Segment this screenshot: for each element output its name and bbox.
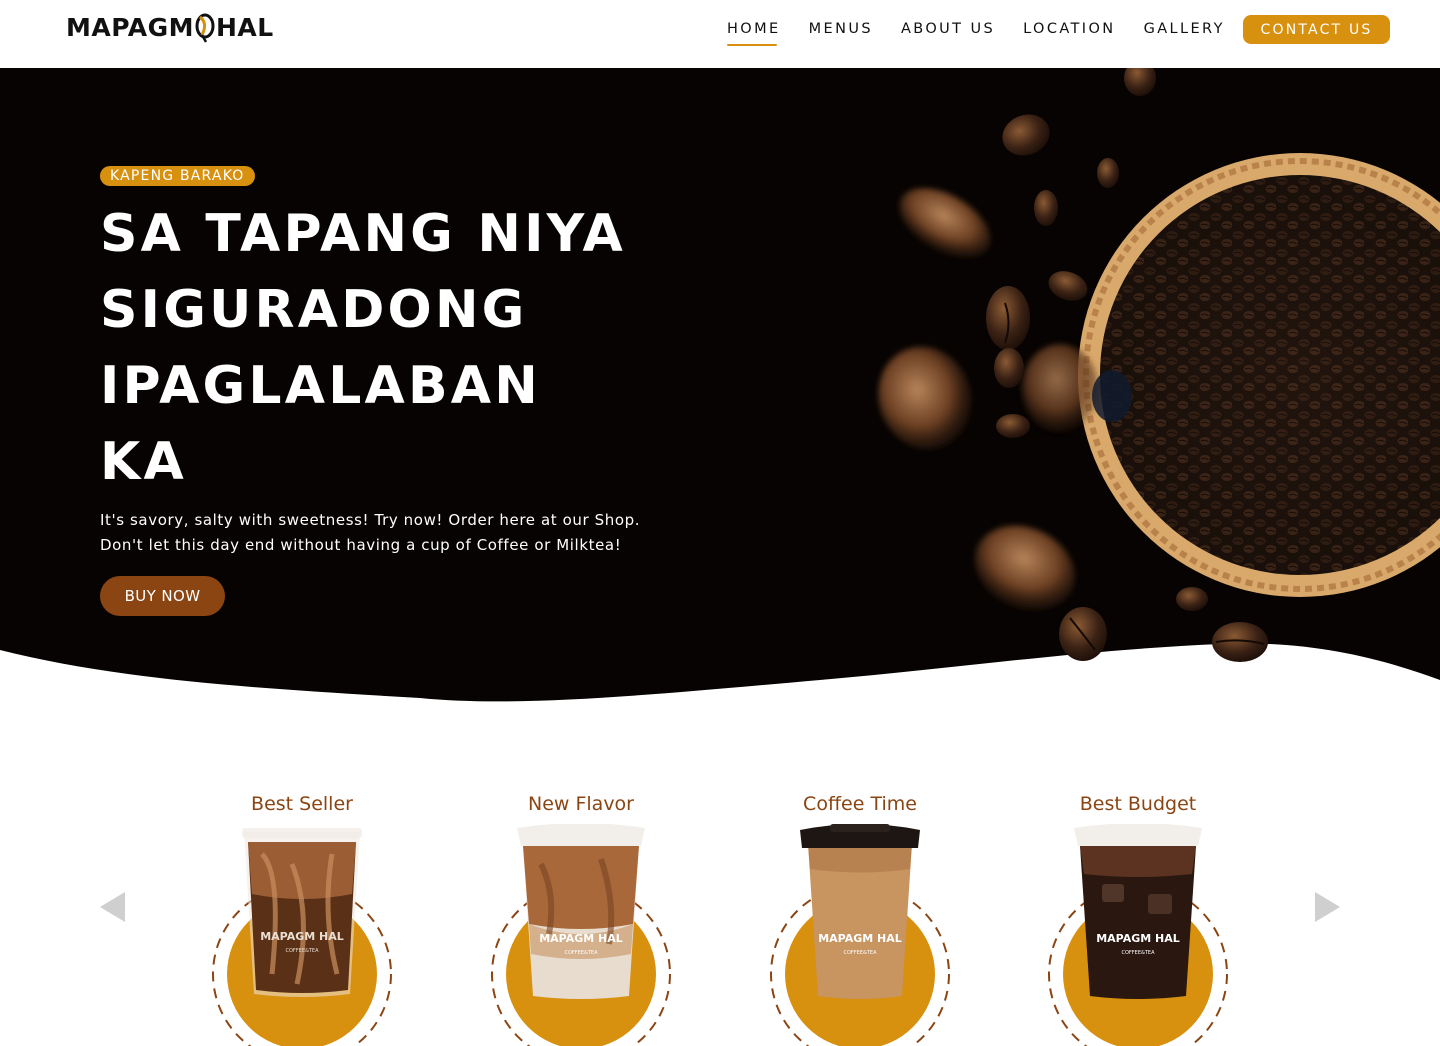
product-card-new-flavor[interactable]: New Flavor MAPAGM HAL COFFEE&TEA	[481, 790, 681, 1046]
hero-tag-badge: KAPENG BARAKO	[100, 166, 255, 186]
cup-logo-text: MAPAGM HAL	[1096, 932, 1180, 945]
iced-coffee-icon: MAPAGM HAL COFFEE&TEA	[212, 828, 392, 1046]
cup-logo-text: MAPAGM HAL	[260, 930, 344, 943]
iced-americano-icon: MAPAGM HAL COFFEE&TEA	[1048, 824, 1228, 1046]
product-title: Coffee Time	[803, 793, 917, 815]
hero-description-line: It's savory, salty with sweetness! Try n…	[100, 511, 641, 529]
product-card-coffee-time[interactable]: Coffee Time MAPAGM HAL COFFEE&TEA	[760, 790, 960, 1046]
hero-section: KAPENG BARAKO SA TAPANG NIYA SIGURADONG …	[0, 68, 1440, 708]
cup-sub-text: COFFEE&TEA	[1121, 950, 1155, 956]
site-header: MAPAGM HAL HOME MENUS ABOUT US LOCATION …	[0, 0, 1440, 68]
main-nav: HOME MENUS ABOUT US LOCATION GALLERY	[727, 18, 1253, 46]
hero-title-line: SA TAPANG NIYA	[100, 204, 626, 264]
hot-coffee-cup-icon: MAPAGM HAL COFFEE&TEA	[770, 824, 950, 1046]
iced-latte-icon: MAPAGM HAL COFFEE&TEA	[491, 824, 671, 1046]
hero-description: It's savory, salty with sweetness! Try n…	[100, 508, 700, 558]
logo-text-right: HAL	[216, 13, 274, 42]
cup-sub-text: COFFEE&TEA	[843, 950, 877, 956]
buy-now-button[interactable]: BUY NOW	[100, 576, 225, 616]
nav-home[interactable]: HOME	[727, 18, 781, 46]
product-carousel: Best Seller MAPAGM HAL COFFEE&TEA New Fl…	[0, 760, 1440, 1046]
cup-logo-text: MAPAGM HAL	[539, 932, 623, 945]
contact-us-button[interactable]: CONTACT US	[1243, 15, 1390, 44]
product-title: New Flavor	[527, 793, 634, 815]
hero-title-line: IPAGLALABAN	[100, 356, 541, 416]
product-card-best-budget[interactable]: Best Budget MAPAGM HAL COFFEE&TEA	[1038, 790, 1238, 1046]
cup-logo-text: MAPAGM HAL	[818, 932, 902, 945]
cup-sub-text: COFFEE&TEA	[285, 948, 319, 954]
hero-title: SA TAPANG NIYA SIGURADONG IPAGLALABAN KA	[100, 196, 720, 500]
hero-title-line: KA	[100, 432, 187, 492]
product-card-best-seller[interactable]: Best Seller MAPAGM HAL COFFEE&TEA	[202, 790, 402, 1046]
carousel-prev-arrow-icon[interactable]	[100, 892, 125, 922]
logo-text-left: MAPAGM	[66, 13, 194, 42]
product-title: Best Seller	[251, 793, 353, 815]
cup-sub-text: COFFEE&TEA	[564, 950, 598, 956]
nav-about-us[interactable]: ABOUT US	[901, 18, 995, 40]
brand-logo[interactable]: MAPAGM HAL	[66, 10, 274, 46]
hero-title-line: SIGURADONG	[100, 280, 528, 340]
nav-menus[interactable]: MENUS	[809, 18, 873, 40]
nav-gallery[interactable]: GALLERY	[1144, 18, 1225, 40]
coffee-bean-logo-icon	[195, 13, 215, 43]
hero-description-line: Don't let this day end without having a …	[100, 536, 622, 554]
nav-location[interactable]: LOCATION	[1023, 18, 1116, 40]
product-title: Best Budget	[1079, 793, 1197, 815]
carousel-next-arrow-icon[interactable]	[1315, 892, 1340, 922]
